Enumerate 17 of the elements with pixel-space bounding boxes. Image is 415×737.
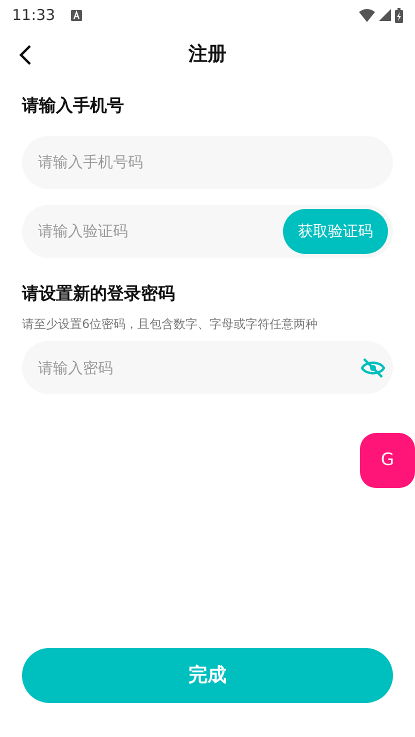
battery-icon xyxy=(395,8,403,22)
section-title: 请设置新的登录密码 xyxy=(22,282,176,306)
phone-input[interactable]: 请输入手机号码 xyxy=(22,136,393,188)
password-hint: 请至少设置6位密码，且包含数字、字母或字符任意两种 xyxy=(22,316,319,333)
status-time: 11:33 xyxy=(12,4,56,26)
password-input[interactable]: 请输入密码 xyxy=(22,341,393,394)
notification-icon xyxy=(71,10,82,20)
back-button[interactable] xyxy=(18,42,32,66)
signal-icon xyxy=(379,9,391,21)
back-icon xyxy=(18,44,32,66)
floating-button[interactable]: G xyxy=(360,433,415,488)
get-code-button[interactable]: 获取验证码 xyxy=(283,208,388,254)
section-title: 请输入手机号 xyxy=(22,95,125,118)
submit-button[interactable]: 完成 xyxy=(22,648,393,703)
page-title: 注册 xyxy=(188,42,226,67)
code-input[interactable]: 请输入验证码 获取验证码 xyxy=(22,204,393,258)
wifi-icon xyxy=(359,8,375,22)
